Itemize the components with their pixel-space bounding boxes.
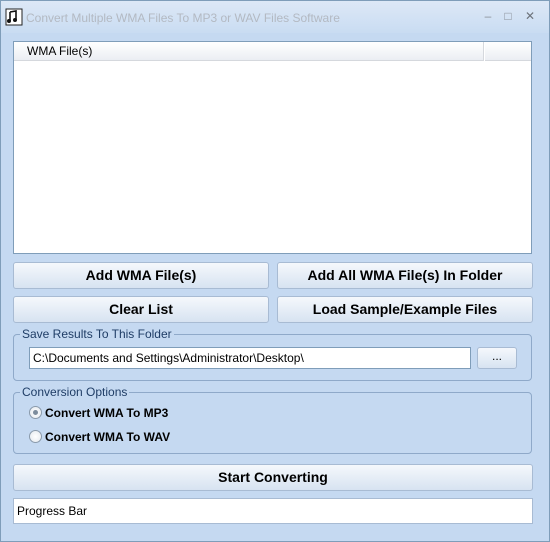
output-folder-input[interactable]: C:\Documents and Settings\Administrator\… [29,347,471,369]
title-bar[interactable]: Convert Multiple WMA Files To MP3 or WAV… [1,1,549,33]
load-samples-button[interactable]: Load Sample/Example Files [277,296,533,323]
radio-label-mp3[interactable]: Convert WMA To MP3 [45,405,168,421]
progress-bar: Progress Bar [13,498,533,524]
conversion-options-group-label: Conversion Options [20,385,130,399]
add-wma-files-button[interactable]: Add WMA File(s) [13,262,269,289]
app-window: Convert Multiple WMA Files To MP3 or WAV… [0,0,550,542]
window-title: Convert Multiple WMA Files To MP3 or WAV… [26,11,340,25]
add-folder-button[interactable]: Add All WMA File(s) In Folder [277,262,533,289]
wma-file-list[interactable]: WMA File(s) [13,41,532,254]
clear-list-button[interactable]: Clear List [13,296,269,323]
radio-button-mp3[interactable] [29,406,42,419]
browse-button[interactable]: ... [477,347,517,369]
minimize-button[interactable]: – [479,8,497,24]
save-folder-group-label: Save Results To This Folder [20,327,174,341]
column-header-wma-files[interactable]: WMA File(s) [14,42,484,61]
radio-button-wav[interactable] [29,430,42,443]
column-header-filler [484,42,531,61]
app-icon [5,8,23,26]
start-converting-button[interactable]: Start Converting [13,464,533,491]
list-header: WMA File(s) [14,42,531,61]
close-button[interactable]: ✕ [521,8,539,24]
maximize-button[interactable]: □ [499,8,517,24]
radio-label-wav[interactable]: Convert WMA To WAV [45,429,170,445]
